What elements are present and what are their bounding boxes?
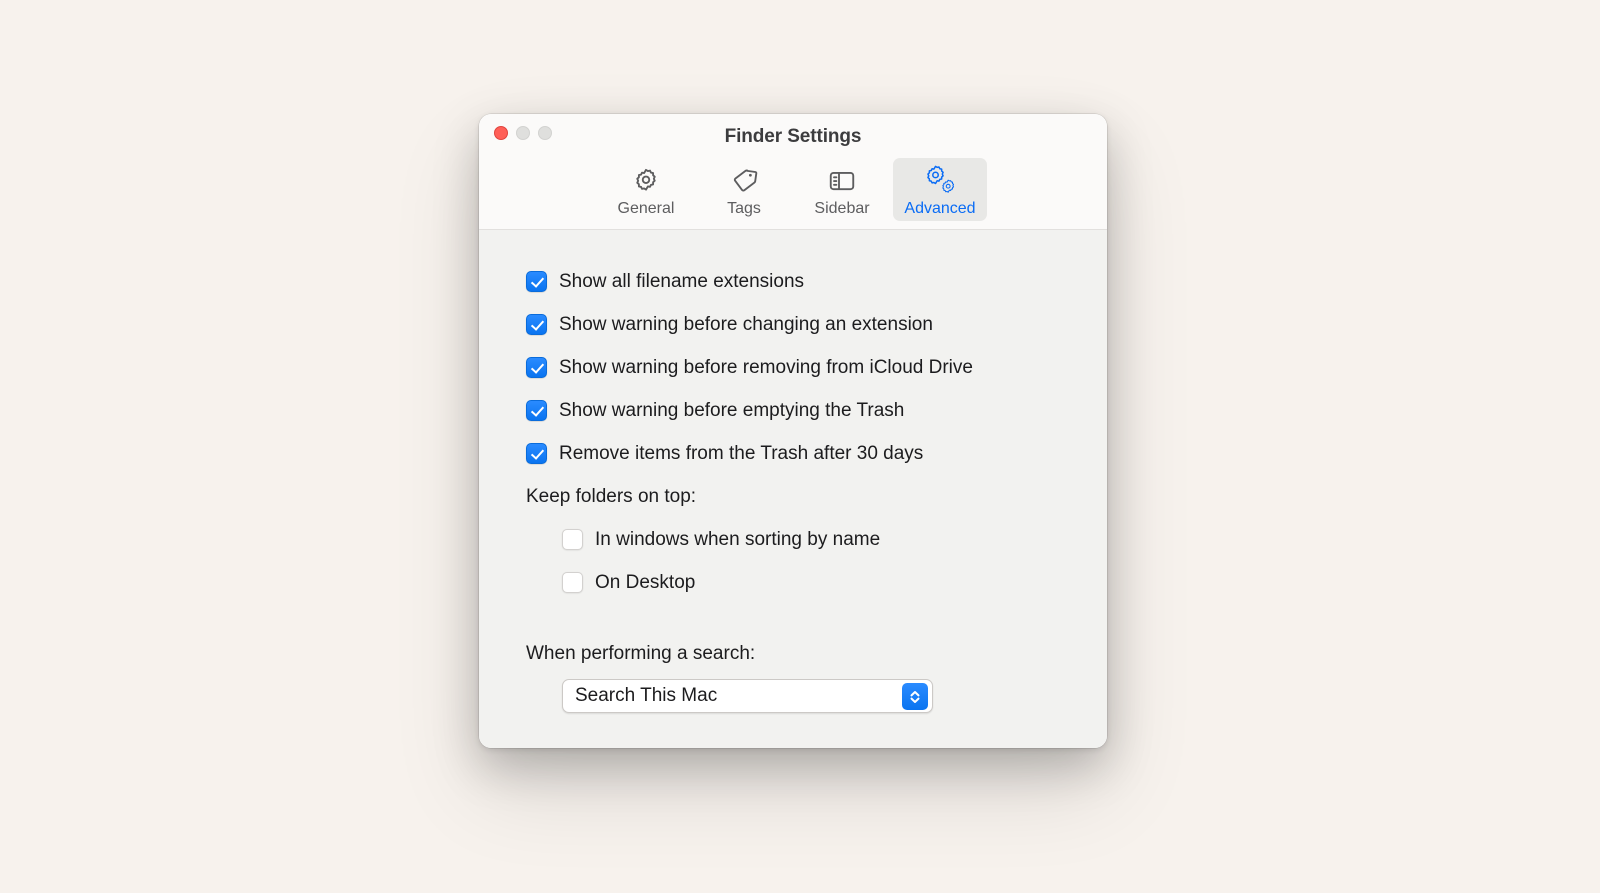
tab-advanced-label: Advanced xyxy=(904,200,976,217)
checkbox-row-warn-empty-trash[interactable]: Show warning before emptying the Trash xyxy=(479,389,1107,432)
tab-tags-label: Tags xyxy=(727,200,761,217)
checkbox-row-folders-on-desktop[interactable]: On Desktop xyxy=(479,561,1107,604)
checkbox-warn-icloud-remove[interactable] xyxy=(526,357,547,378)
gear-icon xyxy=(631,164,661,198)
checkbox-row-folders-sorting-by-name[interactable]: In windows when sorting by name xyxy=(479,518,1107,561)
titlebar-area: Finder Settings General Tags Sidebar Adv… xyxy=(479,114,1107,230)
checkbox-label: On Desktop xyxy=(595,572,696,593)
chevron-up-down-icon[interactable] xyxy=(902,683,928,710)
checkbox-label: Show all filename extensions xyxy=(559,271,805,292)
checkbox-label: Remove items from the Trash after 30 day… xyxy=(559,443,924,464)
checkbox-row-warn-change-extension[interactable]: Show warning before changing an extensio… xyxy=(479,303,1107,346)
search-scope-popup-button[interactable]: Search This Mac xyxy=(562,679,933,713)
when-performing-search-label: When performing a search: xyxy=(526,642,756,664)
sidebar-icon xyxy=(827,164,857,198)
search-scope-field: Search This Mac xyxy=(479,679,1107,713)
checkbox-row-show-extensions[interactable]: Show all filename extensions xyxy=(479,260,1107,303)
checkbox-folders-on-desktop[interactable] xyxy=(562,572,583,593)
checkbox-folders-sorting-by-name[interactable] xyxy=(562,529,583,550)
checkbox-label: Show warning before changing an extensio… xyxy=(559,314,933,335)
checkbox-remove-after-30-days[interactable] xyxy=(526,443,547,464)
advanced-settings-pane: Show all filename extensions Show warnin… xyxy=(479,230,1107,748)
tab-sidebar-label: Sidebar xyxy=(814,200,870,217)
tab-tags[interactable]: Tags xyxy=(697,158,791,221)
checkbox-warn-empty-trash[interactable] xyxy=(526,400,547,421)
checkbox-label: Show warning before removing from iCloud… xyxy=(559,357,973,378)
titlebar[interactable]: Finder Settings xyxy=(479,114,1107,158)
checkbox-row-remove-after-30-days[interactable]: Remove items from the Trash after 30 day… xyxy=(479,432,1107,475)
tab-general-label: General xyxy=(617,200,675,217)
tab-advanced[interactable]: Advanced xyxy=(893,158,987,221)
search-scope-value: Search This Mac xyxy=(575,685,718,706)
finder-settings-window: Finder Settings General Tags Sidebar Adv… xyxy=(479,114,1107,748)
keep-folders-on-top-label: Keep folders on top: xyxy=(526,485,697,507)
checkbox-label: Show warning before emptying the Trash xyxy=(559,400,905,421)
window-title: Finder Settings xyxy=(724,126,862,147)
checkbox-warn-change-extension[interactable] xyxy=(526,314,547,335)
tab-sidebar[interactable]: Sidebar xyxy=(795,158,889,221)
double-gear-icon xyxy=(924,164,956,198)
toolbar-tabs: General Tags Sidebar Advanced xyxy=(479,158,1107,229)
checkbox-show-extensions[interactable] xyxy=(526,271,547,292)
checkbox-label: In windows when sorting by name xyxy=(595,529,881,550)
tag-icon xyxy=(729,164,759,198)
checkbox-row-warn-icloud-remove[interactable]: Show warning before removing from iCloud… xyxy=(479,346,1107,389)
tab-general[interactable]: General xyxy=(599,158,693,221)
